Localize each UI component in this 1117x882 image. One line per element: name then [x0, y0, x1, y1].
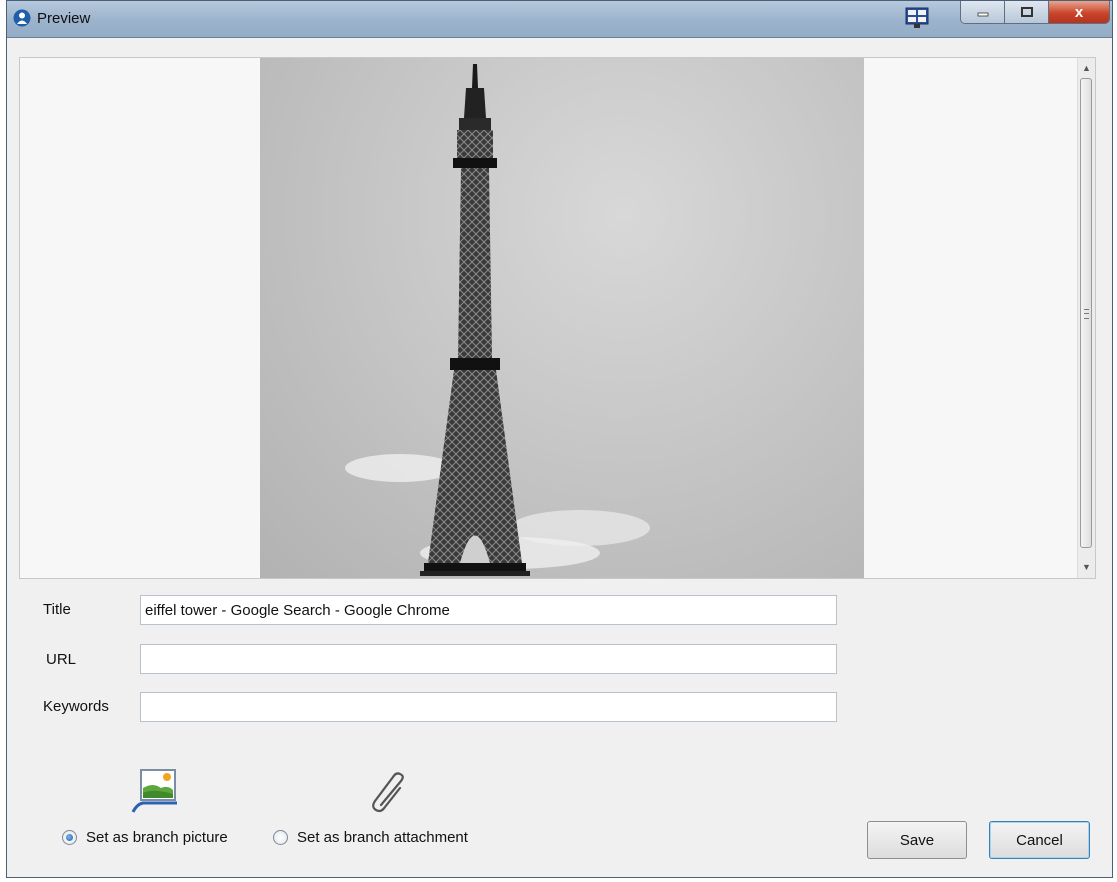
- attachment-radio-label: Set as branch attachment: [297, 829, 468, 846]
- save-button[interactable]: Save: [867, 821, 967, 859]
- minimize-icon: [977, 12, 988, 17]
- person-icon: [13, 9, 31, 27]
- picture-radio-label: Set as branch picture: [86, 829, 228, 846]
- close-icon: x: [1074, 3, 1084, 21]
- picture-radio[interactable]: [62, 830, 77, 845]
- cancel-button[interactable]: Cancel: [989, 821, 1090, 859]
- grip-icon: [1084, 309, 1089, 319]
- title-bar[interactable]: Preview x: [7, 1, 1112, 38]
- option-branch-picture[interactable]: Set as branch picture: [62, 829, 228, 846]
- picture-icon: [131, 769, 177, 813]
- scroll-up-icon[interactable]: ▲: [1078, 60, 1095, 77]
- vertical-scrollbar[interactable]: ▲ ▼: [1077, 58, 1095, 578]
- paperclip-icon: [372, 772, 404, 813]
- minimize-button[interactable]: [961, 1, 1005, 23]
- window-title: Preview: [37, 10, 91, 27]
- keywords-label: Keywords: [43, 698, 109, 715]
- image-preview-pane[interactable]: ▲ ▼: [19, 57, 1096, 579]
- preview-image: [260, 58, 864, 578]
- title-input[interactable]: [140, 595, 837, 625]
- keywords-input[interactable]: [140, 692, 837, 722]
- title-label: Title: [43, 601, 71, 618]
- close-button[interactable]: x: [1049, 1, 1109, 23]
- maximize-button[interactable]: [1005, 1, 1049, 23]
- layout-grid-icon[interactable]: [905, 7, 929, 29]
- url-label: URL: [46, 651, 77, 668]
- option-branch-attachment[interactable]: Set as branch attachment: [273, 829, 468, 846]
- window-controls: x: [960, 1, 1110, 24]
- maximize-icon: [1020, 7, 1033, 17]
- preview-window: Preview x ▲ ▼ Title eiffel tower - Googl…: [6, 0, 1113, 878]
- attachment-radio[interactable]: [273, 830, 288, 845]
- url-input[interactable]: [140, 644, 837, 674]
- scrollbar-thumb[interactable]: [1080, 78, 1092, 548]
- scroll-down-icon[interactable]: ▼: [1078, 559, 1095, 576]
